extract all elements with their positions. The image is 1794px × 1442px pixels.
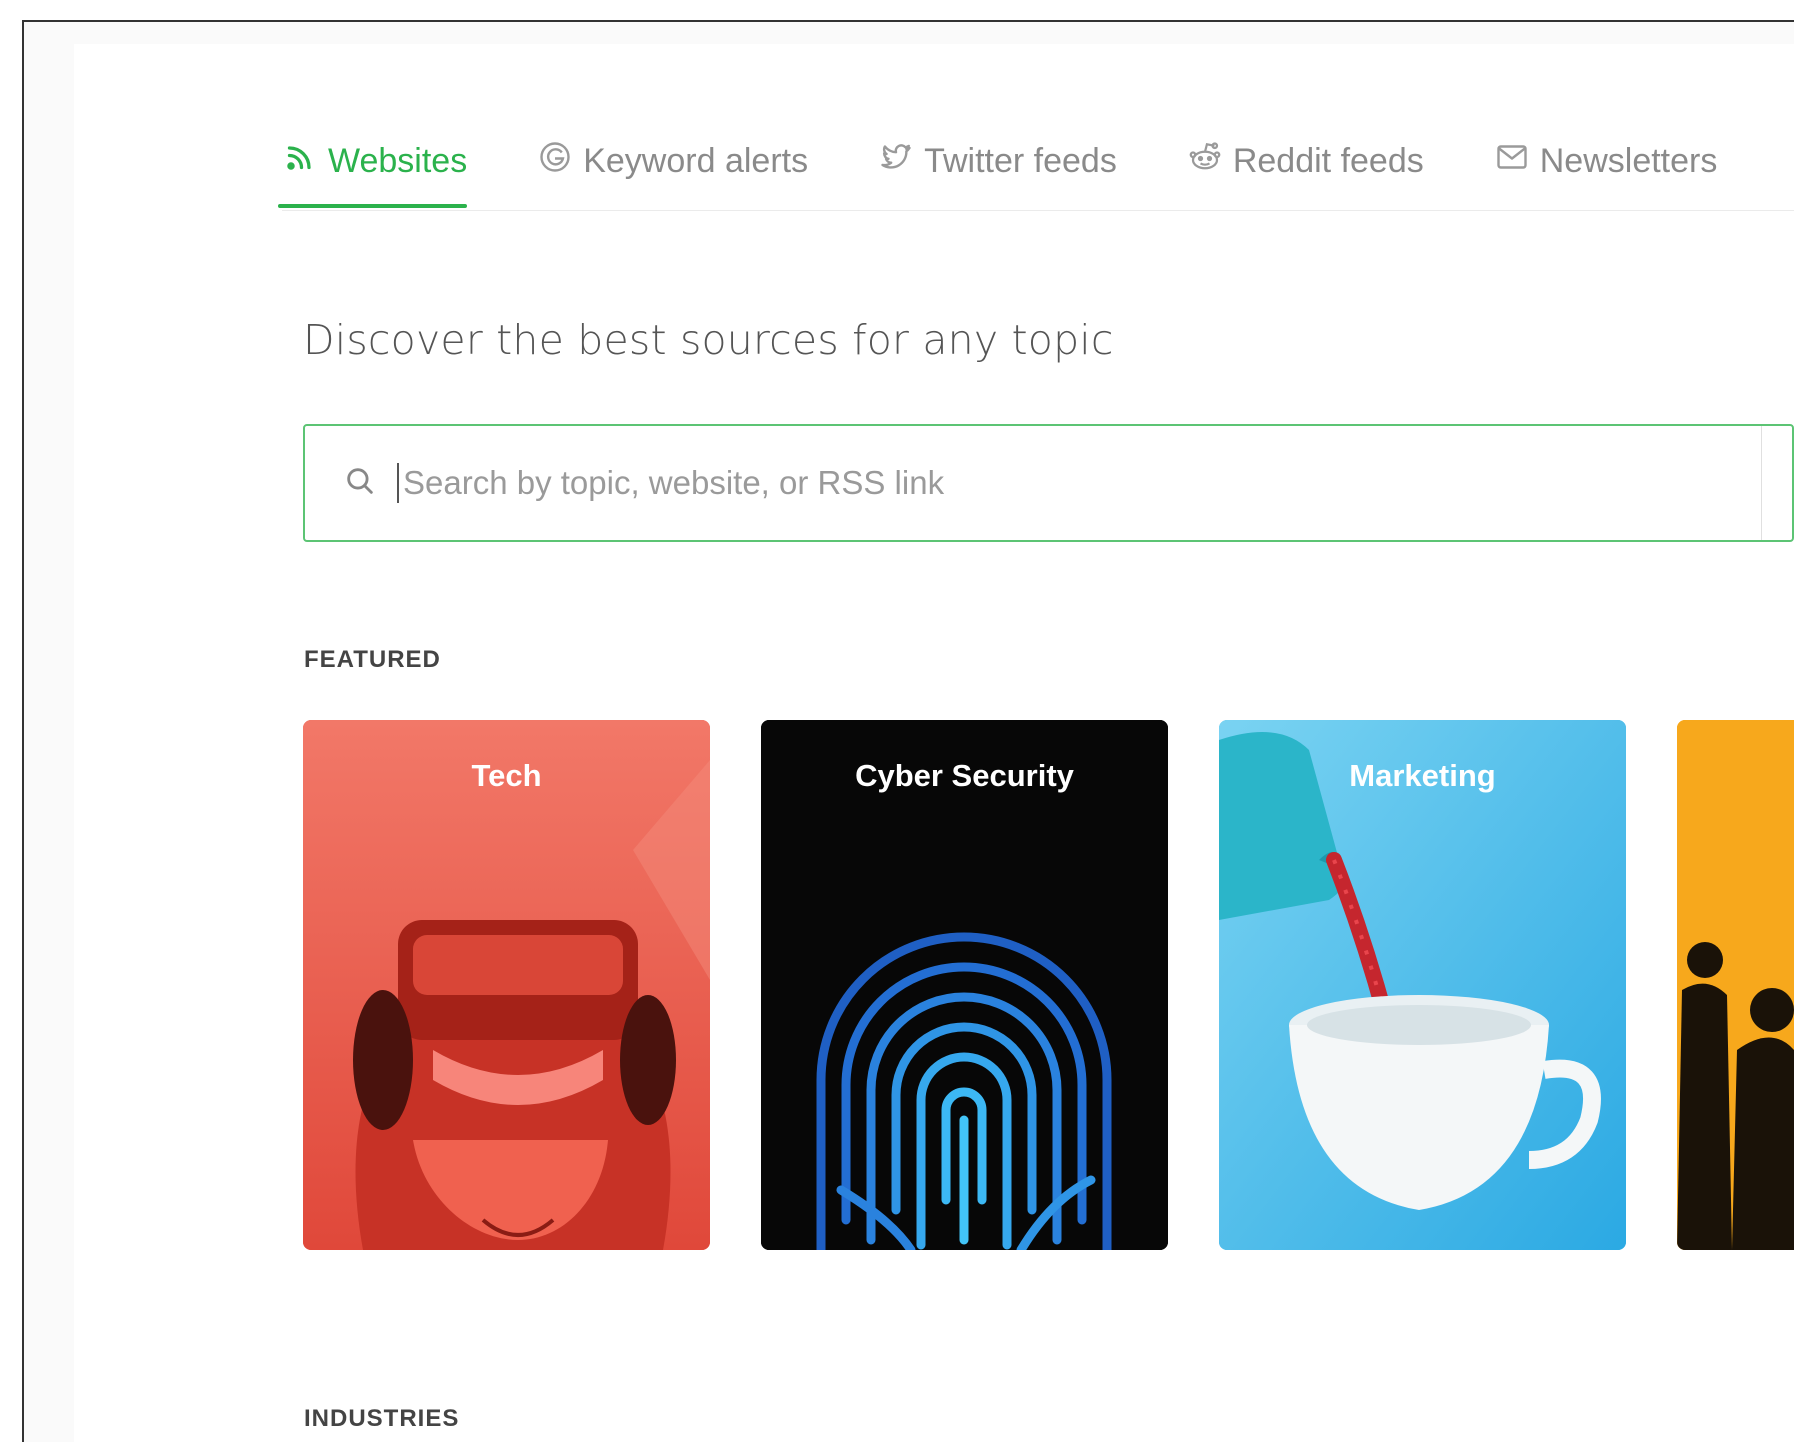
search-button[interactable]: [1761, 426, 1792, 540]
tab-newsletters[interactable]: Newsletters: [1494, 120, 1718, 202]
source-tabs: Websites Keyword alerts Twitter feeds Re…: [277, 120, 1794, 211]
teapot-cup-image: [1219, 720, 1626, 1250]
tab-label: Twitter feeds: [924, 141, 1117, 180]
featured-card-cyber-security[interactable]: Cyber Security: [761, 720, 1168, 1250]
industries-heading: INDUSTRIES: [304, 1405, 460, 1432]
twitter-icon: [878, 139, 914, 184]
mail-icon: [1494, 139, 1530, 184]
rss-icon: [282, 139, 318, 184]
tab-label: Keyword alerts: [583, 141, 809, 180]
tab-keyword-alerts[interactable]: Keyword alerts: [537, 120, 808, 202]
tab-label: Websites: [328, 141, 468, 180]
silhouette-image: [1677, 720, 1794, 1250]
search-box: [303, 424, 1794, 542]
tab-label: Newsletters: [1539, 141, 1718, 180]
search-icon: [305, 464, 377, 503]
page-title: Discover the best sources for any topic: [303, 316, 1114, 364]
vr-headset-image: [303, 720, 710, 1250]
featured-heading: FEATURED: [304, 646, 441, 673]
card-title: Tech: [471, 758, 542, 793]
tab-twitter-feeds[interactable]: Twitter feeds: [878, 120, 1117, 202]
card-title: Cyber Security: [855, 758, 1074, 793]
featured-card-4[interactable]: [1677, 720, 1794, 1250]
tab-reddit-feeds[interactable]: Reddit feeds: [1187, 120, 1424, 202]
search-input[interactable]: [397, 463, 1705, 503]
reddit-icon: [1187, 139, 1223, 184]
featured-card-marketing[interactable]: Marketing: [1219, 720, 1626, 1250]
google-icon: [537, 139, 573, 184]
featured-card-tech[interactable]: Tech: [303, 720, 710, 1250]
tab-websites[interactable]: Websites: [277, 120, 468, 208]
tab-label: Reddit feeds: [1232, 141, 1424, 180]
fingerprint-image: [761, 720, 1168, 1250]
card-title: Marketing: [1349, 758, 1496, 793]
